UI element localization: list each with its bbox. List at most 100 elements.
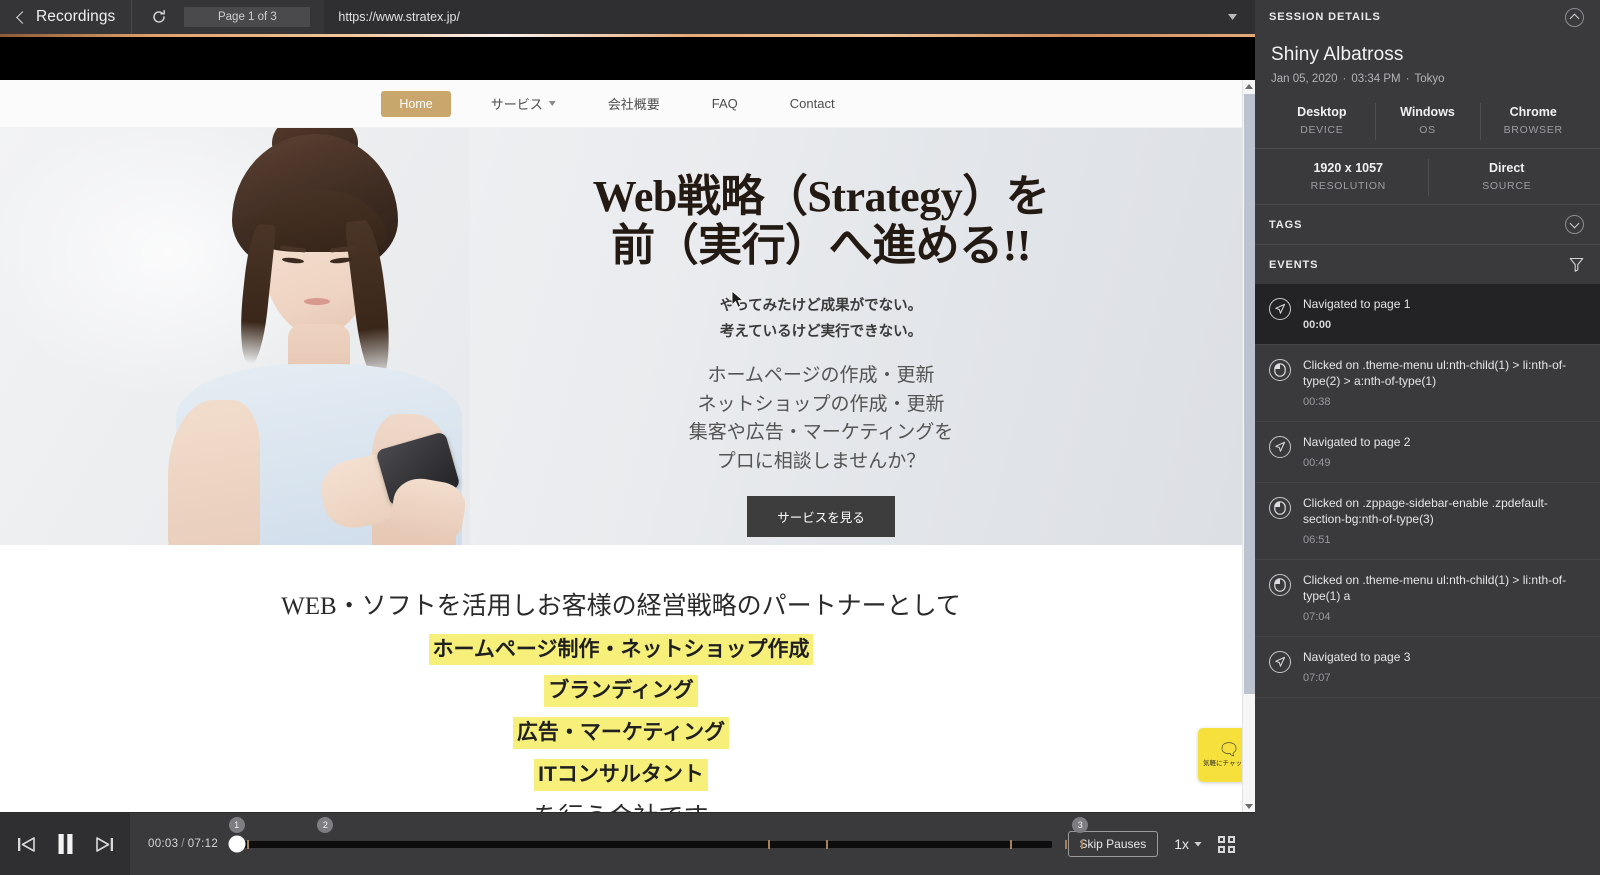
hero-subtext: やってみたけど成果がでない。 考えているけど実行できない。: [720, 293, 922, 347]
time-separator: /: [181, 838, 185, 850]
player-controls-bar: 00:03/07:12 1 2 3 Skip Pauses 1x: [0, 812, 1255, 875]
event-timestamp: 07:07: [1303, 671, 1331, 684]
player-column: Recordings Page 1 of 3 https://www.strat…: [0, 0, 1255, 875]
triangle-down-icon: [1245, 803, 1253, 809]
playback-speed-selector[interactable]: 1x: [1174, 836, 1202, 852]
url-bar[interactable]: https://www.stratex.jp/: [324, 0, 1255, 34]
scroll-down-button[interactable]: [1243, 800, 1255, 812]
site-nav-item-company[interactable]: 会社概要: [582, 94, 686, 113]
intro-section: WEB・ソフトを活用しお客様の経営戦略のパートナーとして ホームページ制作・ネッ…: [0, 545, 1242, 812]
scroll-up-button[interactable]: [1243, 80, 1255, 92]
chevron-down-icon: [548, 101, 556, 106]
pause-button[interactable]: [56, 833, 75, 855]
stat-value: Windows: [1400, 105, 1455, 119]
timeline-tick: [768, 839, 771, 849]
events-section-header: EVENTS: [1255, 244, 1600, 284]
site-nav-label: Contact: [789, 96, 835, 111]
skip-previous-icon[interactable]: [17, 836, 36, 853]
event-label: Clicked on .theme-menu ul:nth-child(1) >…: [1303, 357, 1567, 388]
chat-widget-button[interactable]: 🗨 気軽にチャットで: [1198, 728, 1242, 782]
skip-next-icon[interactable]: [95, 836, 114, 853]
chevron-left-icon: [16, 10, 29, 24]
hero-list-line2: ネットショップの作成・更新: [697, 393, 945, 415]
event-label: Navigated to page 3: [1303, 649, 1411, 664]
stat-value: Desktop: [1297, 105, 1347, 119]
event-list-item[interactable]: Navigated to page 2 00:49: [1255, 422, 1600, 483]
site-nav-item-contact[interactable]: Contact: [764, 96, 861, 111]
session-date: Jan 05, 2020: [1271, 73, 1338, 85]
hero-cta-button[interactable]: サービスを見る: [747, 496, 895, 538]
session-details-title: SESSION DETAILS: [1269, 11, 1381, 23]
scrollbar-thumb[interactable]: [1244, 94, 1255, 694]
site-nav-label: サービス: [490, 97, 543, 112]
page-indicator[interactable]: Page 1 of 3: [184, 7, 311, 27]
hero-list-line1: ホームページの作成・更新: [707, 365, 935, 387]
hero-copy: Web戦略（Strategy）を 前（実行）へ進める!! やってみたけど成果がで…: [400, 128, 1242, 545]
event-label: Clicked on .zppage-sidebar-enable .zpdef…: [1303, 495, 1548, 526]
hero-list-line4: プロに相談しませんか？: [716, 450, 926, 472]
event-list-item[interactable]: Clicked on .zppage-sidebar-enable .zpdef…: [1255, 483, 1600, 560]
stat-label: DEVICE: [1300, 124, 1344, 136]
replayed-website: Home サービス 会社概要 FAQ Contact Web戦略（Strateg…: [0, 80, 1242, 812]
hero-banner: Web戦略（Strategy）を 前（実行）へ進める!! やってみたけど成果がで…: [0, 128, 1242, 545]
event-label: Navigated to page 2: [1303, 434, 1411, 449]
tags-section-header[interactable]: TAGS: [1255, 204, 1600, 244]
event-body: Navigated to page 3 07:07: [1303, 650, 1586, 684]
intro-highlight-2: ブランディング: [544, 675, 698, 708]
intro-line-last: を行う会社です: [0, 797, 1242, 812]
progress-knob[interactable]: [228, 835, 246, 853]
site-nav-item-home[interactable]: Home: [381, 90, 451, 117]
stat-label: BROWSER: [1503, 124, 1563, 136]
player-right-controls: Skip Pauses 1x: [1067, 831, 1256, 857]
stat-device: Desktop DEVICE: [1269, 101, 1375, 148]
site-nav-label: Home: [399, 96, 433, 111]
stat-os: Windows OS: [1374, 101, 1481, 148]
session-summary: Shiny Albatross Jan 05, 2020 · 03:34 PM · To…: [1255, 34, 1600, 204]
timeline-tick: [247, 839, 250, 849]
total-time: 07:12: [187, 838, 219, 850]
event-list-item[interactable]: Clicked on .theme-menu ul:nth-child(1) >…: [1255, 345, 1600, 422]
progress-track[interactable]: 1 2 3: [228, 816, 1089, 853]
session-details-header: SESSION DETAILS: [1255, 0, 1600, 34]
event-body: Clicked on .theme-menu ul:nth-child(1) >…: [1303, 573, 1586, 623]
site-nav-item-faq[interactable]: FAQ: [686, 96, 764, 111]
site-nav-label: 会社概要: [607, 97, 660, 112]
back-to-recordings-button[interactable]: Recordings: [0, 0, 133, 34]
intro-highlight-3: 広告・マーケティング: [512, 717, 730, 749]
site-nav-label: FAQ: [711, 96, 738, 111]
chevron-down-icon[interactable]: [1228, 14, 1237, 20]
chevron-down-circle-icon[interactable]: [1565, 215, 1584, 234]
stat-resolution: 1920 x 1057 RESOLUTION: [1269, 157, 1428, 204]
event-list-item[interactable]: Navigated to page 1 00:00: [1255, 284, 1600, 345]
event-list-item[interactable]: Clicked on .theme-menu ul:nth-child(1) >…: [1255, 560, 1600, 637]
events-list[interactable]: Navigated to page 1 00:00 Clicked on .them…: [1255, 284, 1600, 875]
stat-value: Direct: [1489, 161, 1525, 175]
browser-chrome-bar: Recordings Page 1 of 3 https://www.strat…: [0, 0, 1255, 34]
page-scrollbar[interactable]: [1242, 80, 1255, 812]
site-nav-item-service[interactable]: サービス: [465, 94, 582, 113]
timeline-tick: [825, 839, 828, 849]
hero-list-line3: 集客や広告・マーケティングを: [688, 422, 954, 444]
timeline-tick: [1010, 839, 1013, 849]
filter-icon[interactable]: [1569, 257, 1584, 272]
event-list-item[interactable]: Navigated to page 3 07:07: [1255, 637, 1600, 698]
fullscreen-icon[interactable]: [1218, 835, 1235, 853]
event-timestamp: 00:38: [1303, 395, 1331, 408]
timeline-marker-1[interactable]: 1: [228, 816, 245, 833]
stat-label: RESOLUTION: [1310, 180, 1386, 192]
hero-headline-line2: 前（実行）へ進める!!: [611, 221, 1031, 271]
chevron-up-circle-icon[interactable]: [1565, 7, 1584, 27]
event-timestamp: 07:04: [1303, 610, 1331, 623]
timeline-marker-3[interactable]: 3: [1072, 816, 1089, 833]
intro-highlight-1: ホームページ制作・ネットショップ作成: [428, 633, 814, 666]
event-label: Navigated to page 1: [1303, 297, 1411, 311]
mouse-click-icon: [1269, 358, 1291, 381]
stat-value: Chrome: [1509, 105, 1557, 119]
timeline-tick: [1081, 839, 1084, 849]
reload-icon[interactable]: [146, 4, 172, 30]
stat-value: 1920 x 1057: [1313, 161, 1383, 175]
event-label: Clicked on .theme-menu ul:nth-child(1) >…: [1303, 572, 1567, 603]
time-display: 00:03/07:12: [148, 838, 218, 850]
timeline-marker-2[interactable]: 2: [317, 816, 334, 833]
playback-speed-label: 1x: [1174, 836, 1189, 852]
